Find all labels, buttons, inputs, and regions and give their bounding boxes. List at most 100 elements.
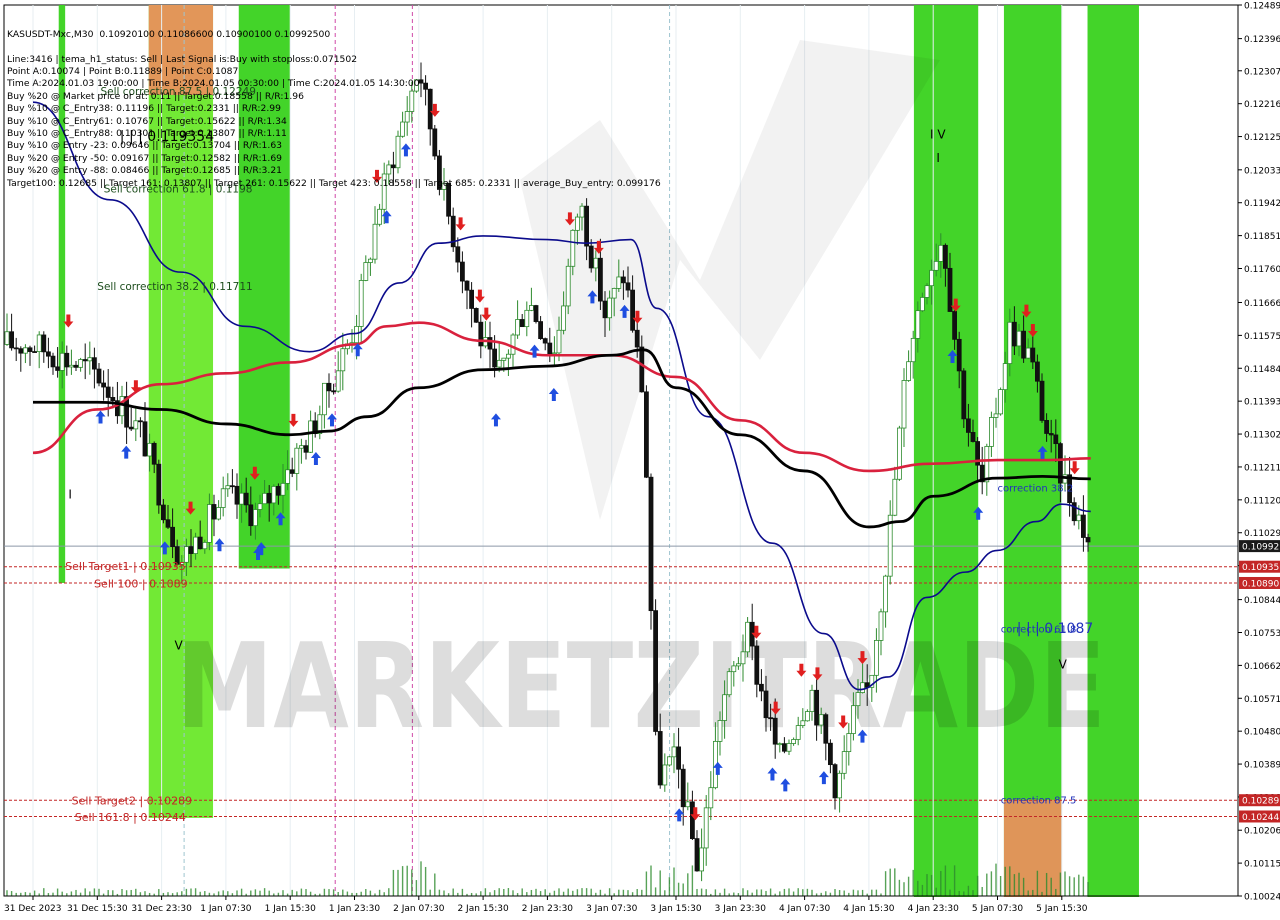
candle-body [248, 504, 254, 527]
candle-body [874, 639, 879, 676]
candle-body [616, 276, 622, 289]
candle-body [814, 689, 819, 726]
y-tick-label: 0.10389 [1244, 761, 1280, 771]
candle-body [4, 331, 10, 345]
y-tick-label: 0.10024 [1244, 893, 1280, 903]
candle-body [832, 764, 838, 799]
chart-annotation: Sell correction 38.2 | 0.11711 [97, 281, 252, 293]
candle-body [841, 751, 847, 774]
signal-zone [1003, 5, 1062, 898]
candle-body [1081, 514, 1086, 538]
candle-body [119, 396, 125, 417]
candle-body [915, 310, 921, 339]
candle-body [676, 746, 681, 770]
y-tick-label: 0.11211 [1244, 463, 1280, 473]
y-tick-label: 0.12489 [1244, 2, 1280, 12]
candle-body [565, 265, 571, 307]
candle-body [165, 519, 171, 528]
candle-body [229, 485, 235, 488]
info-line: Point A:0.10074 | Point B:0.11889 | Poin… [7, 66, 239, 77]
price-label-text: 0.10289 [1242, 797, 1279, 807]
x-tick-label: 2 Jan 07:30 [393, 904, 445, 914]
candle-body [823, 714, 829, 744]
candle-body [920, 297, 925, 312]
candle-body [708, 787, 714, 809]
candle-body [27, 347, 33, 352]
candle-body [308, 420, 314, 453]
candle-body [648, 476, 654, 612]
candle-body [685, 801, 691, 808]
info-line: Line:3416 | tema_h1_status: Sell | Last … [7, 53, 358, 65]
candle-body [188, 546, 194, 554]
y-tick-label: 0.10753 [1244, 629, 1280, 639]
candle-body [602, 300, 608, 319]
candle-body [772, 717, 778, 745]
candle-body [487, 337, 493, 350]
candle-body [1021, 330, 1026, 359]
y-tick-label: 0.11029 [1244, 529, 1280, 539]
candle-body [657, 731, 663, 786]
candle-body [575, 216, 580, 231]
candle-body [335, 370, 341, 392]
x-tick-label: 31 Dec 15:30 [67, 904, 128, 914]
info-line: Buy %10 @ C_Entry38: 0.11196 || Target:0… [7, 103, 281, 115]
chart-annotation: V [174, 638, 183, 652]
candle-body [142, 421, 148, 457]
candle-body [947, 267, 953, 312]
candle-body [910, 337, 916, 363]
candle-body [561, 305, 566, 331]
candle-body [680, 768, 686, 808]
y-tick-label: 0.11393 [1244, 398, 1280, 408]
candle-body [55, 366, 60, 371]
candle-body [800, 720, 806, 726]
x-tick-label: 2 Jan 23:30 [522, 904, 574, 914]
candle-body [78, 359, 83, 368]
candle-body [644, 391, 649, 478]
x-tick-label: 3 Jan 07:30 [586, 904, 638, 914]
x-tick-label: 31 Dec 23:30 [131, 904, 192, 914]
candle-body [791, 739, 796, 744]
price-label-text: 0.10890 [1242, 579, 1279, 589]
y-tick-label: 0.11120 [1244, 496, 1280, 506]
candle-body [239, 492, 245, 505]
y-tick-label: 0.11302 [1244, 431, 1280, 441]
candle-body [1085, 537, 1091, 543]
candle-body [151, 442, 157, 465]
candle-body [1007, 321, 1013, 364]
y-tick-label: 0.11666 [1244, 299, 1280, 309]
candle-body [234, 485, 240, 505]
chart-annotation: | | | 0.1087 [1017, 621, 1094, 637]
y-tick-label: 0.11942 [1244, 199, 1280, 209]
candle-body [87, 357, 93, 362]
candle-body [1002, 363, 1008, 391]
y-tick-label: 0.10480 [1244, 728, 1280, 738]
candle-body [855, 692, 861, 707]
candle-body [579, 205, 585, 218]
y-tick-label: 0.10662 [1244, 662, 1280, 672]
candle-body [340, 348, 346, 372]
candle-body [377, 208, 383, 225]
watermark-text: MARKETZITRADE [176, 617, 1106, 755]
candle-body [611, 287, 617, 299]
candle-body [717, 720, 723, 742]
candle-body [989, 417, 994, 447]
candle-body [828, 742, 833, 766]
symbol-line: KASUSDT-Mxc,M30 0.10920100 0.11086600 0.… [7, 28, 331, 40]
candle-body [326, 382, 332, 392]
candle-body [492, 348, 498, 368]
candle-body [786, 743, 792, 752]
candle-body [782, 743, 787, 752]
candle-body [280, 482, 286, 496]
candle-body [860, 682, 865, 693]
x-tick-label: 4 Jan 23:30 [908, 904, 960, 914]
candle-body [552, 352, 557, 355]
y-tick-label: 0.11575 [1244, 332, 1280, 342]
candle-body [133, 420, 139, 430]
candle-body [1071, 502, 1077, 522]
candle-body [92, 357, 97, 370]
candle-body [699, 847, 704, 872]
candle-body [731, 665, 737, 673]
candle-body [473, 308, 479, 323]
candle-body [694, 838, 700, 872]
candle-body [901, 380, 907, 429]
